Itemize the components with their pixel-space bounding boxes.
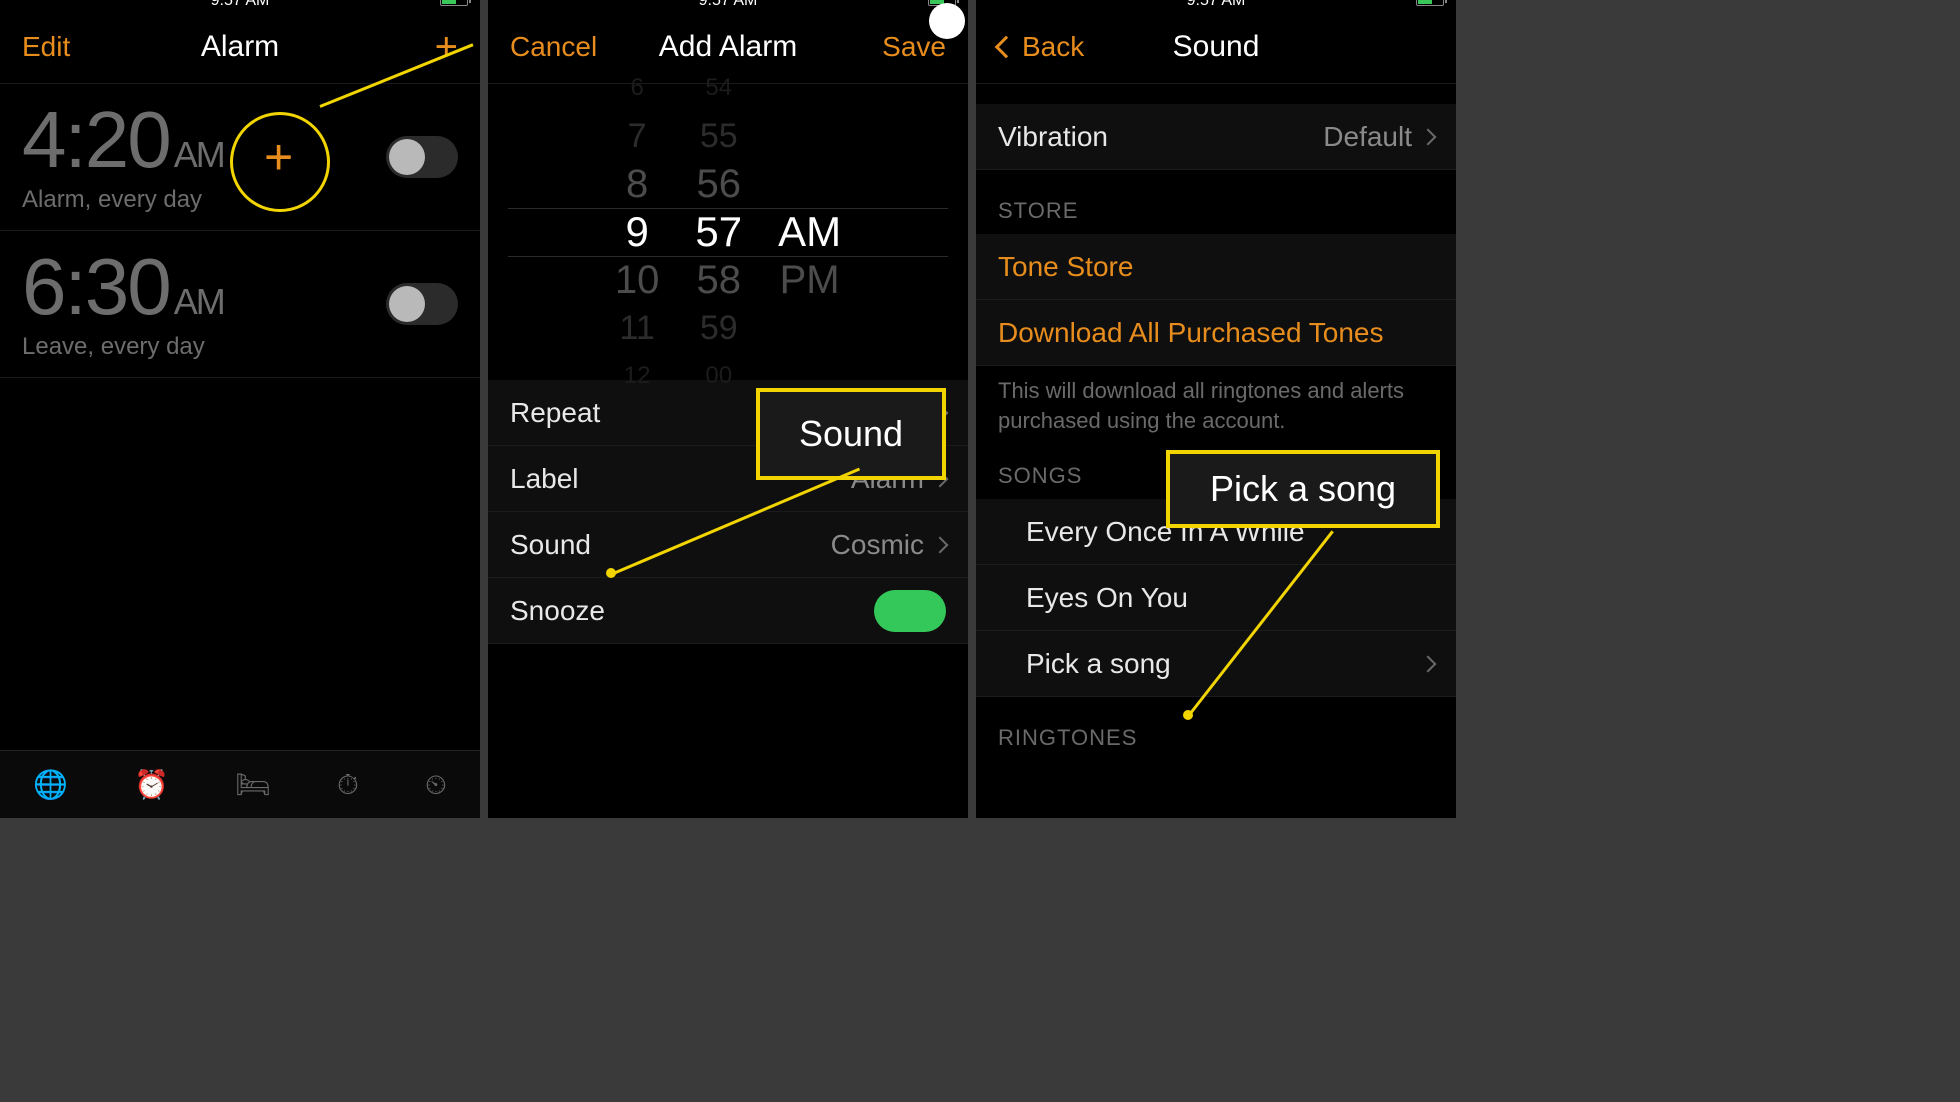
page-title: Add Alarm <box>659 30 797 64</box>
picker-minute-col[interactable]: 54 55 56 57 58 59 00 <box>695 64 742 400</box>
status-time: 9:57 AM <box>211 0 270 10</box>
navbar-alarm: Edit Alarm + <box>0 10 480 84</box>
tab-timer[interactable]: ⏲ <box>425 771 447 799</box>
cancel-button[interactable]: Cancel <box>488 10 619 83</box>
pick-a-song-row[interactable]: Pick a song <box>976 631 1456 697</box>
tab-bedtime[interactable]: 🛏 <box>235 771 271 799</box>
screen-sound: 9:57 AM Back Sound Vibration Default STO… <box>976 0 1456 818</box>
picker-minute-selected: 57 <box>695 208 742 256</box>
alarm-ampm: AM <box>174 284 224 320</box>
alarm-time: 4:20 <box>22 100 170 180</box>
download-note: This will download all ringtones and ale… <box>976 366 1456 435</box>
alarm-subtitle: Alarm, every day <box>22 186 458 214</box>
picker-ampm-selected: AM <box>778 208 841 256</box>
page-title: Sound <box>1173 30 1260 64</box>
tutorial-composite: 9:57 AM Edit Alarm + 4:20 AM Alarm, ever… <box>0 0 1456 818</box>
navbar-sound: Back Sound <box>976 10 1456 84</box>
status-time: 9:57 AM <box>699 0 758 10</box>
alarm-ampm: AM <box>174 137 224 173</box>
chevron-right-icon <box>1420 128 1437 145</box>
status-bar: 9:57 AM <box>976 0 1456 10</box>
edit-button[interactable]: Edit <box>0 10 92 83</box>
tab-worldclock[interactable]: 🌐 <box>33 771 68 799</box>
back-button[interactable]: Back <box>976 10 1106 83</box>
callout-pick-a-song-box: Pick a song <box>1166 450 1440 528</box>
alarm-time: 6:30 <box>22 247 170 327</box>
chevron-right-icon <box>932 536 949 553</box>
timer-icon: ⏲ <box>425 771 447 799</box>
status-time: 9:57 AM <box>1187 0 1246 10</box>
section-header-store: STORE <box>976 170 1456 234</box>
tone-store-link[interactable]: Tone Store <box>976 234 1456 300</box>
vibration-row[interactable]: Vibration Default <box>976 104 1456 170</box>
page-title: Alarm <box>201 30 279 64</box>
callout-sound-box: Sound <box>756 388 946 480</box>
picker-ampm-col[interactable]: AM PM <box>778 64 841 400</box>
snooze-row: Snooze <box>488 578 968 644</box>
battery-icon <box>440 0 468 6</box>
alarm-toggle[interactable] <box>386 283 458 325</box>
tab-stopwatch[interactable]: ⏱ <box>337 771 359 799</box>
section-header-ringtones: RINGTONES <box>976 697 1456 761</box>
tab-bar: 🌐 ⏰ 🛏 ⏱ ⏲ <box>0 750 480 818</box>
status-bar: 9:57 AM <box>0 0 480 10</box>
alarm-toggle[interactable] <box>386 136 458 178</box>
download-all-link[interactable]: Download All Purchased Tones <box>976 300 1456 366</box>
snooze-toggle[interactable] <box>874 590 946 632</box>
time-picker[interactable]: 6 7 8 9 10 11 12 54 55 56 57 58 59 00 <box>488 84 968 380</box>
stopwatch-icon: ⏱ <box>337 771 359 799</box>
battery-icon <box>1416 0 1444 6</box>
bed-icon: 🛏 <box>235 771 271 799</box>
status-bar: 9:57 AM <box>488 0 968 10</box>
picker-hour-col[interactable]: 6 7 8 9 10 11 12 <box>615 64 660 400</box>
alarm-row[interactable]: 6:30 AM Leave, every day <box>0 231 480 378</box>
chevron-right-icon <box>1420 655 1437 672</box>
screen-alarm-list: 9:57 AM Edit Alarm + 4:20 AM Alarm, ever… <box>0 0 480 818</box>
plus-icon: + <box>435 27 458 67</box>
alarm-row[interactable]: 4:20 AM Alarm, every day <box>0 84 480 231</box>
picker-hour-selected: 9 <box>625 208 648 256</box>
alarm-subtitle: Leave, every day <box>22 333 458 361</box>
song-row[interactable]: Eyes On You <box>976 565 1456 631</box>
globe-icon: 🌐 <box>33 771 68 799</box>
tab-alarm[interactable]: ⏰ <box>134 771 169 799</box>
chevron-left-icon <box>995 35 1018 58</box>
alarm-icon: ⏰ <box>134 771 169 799</box>
